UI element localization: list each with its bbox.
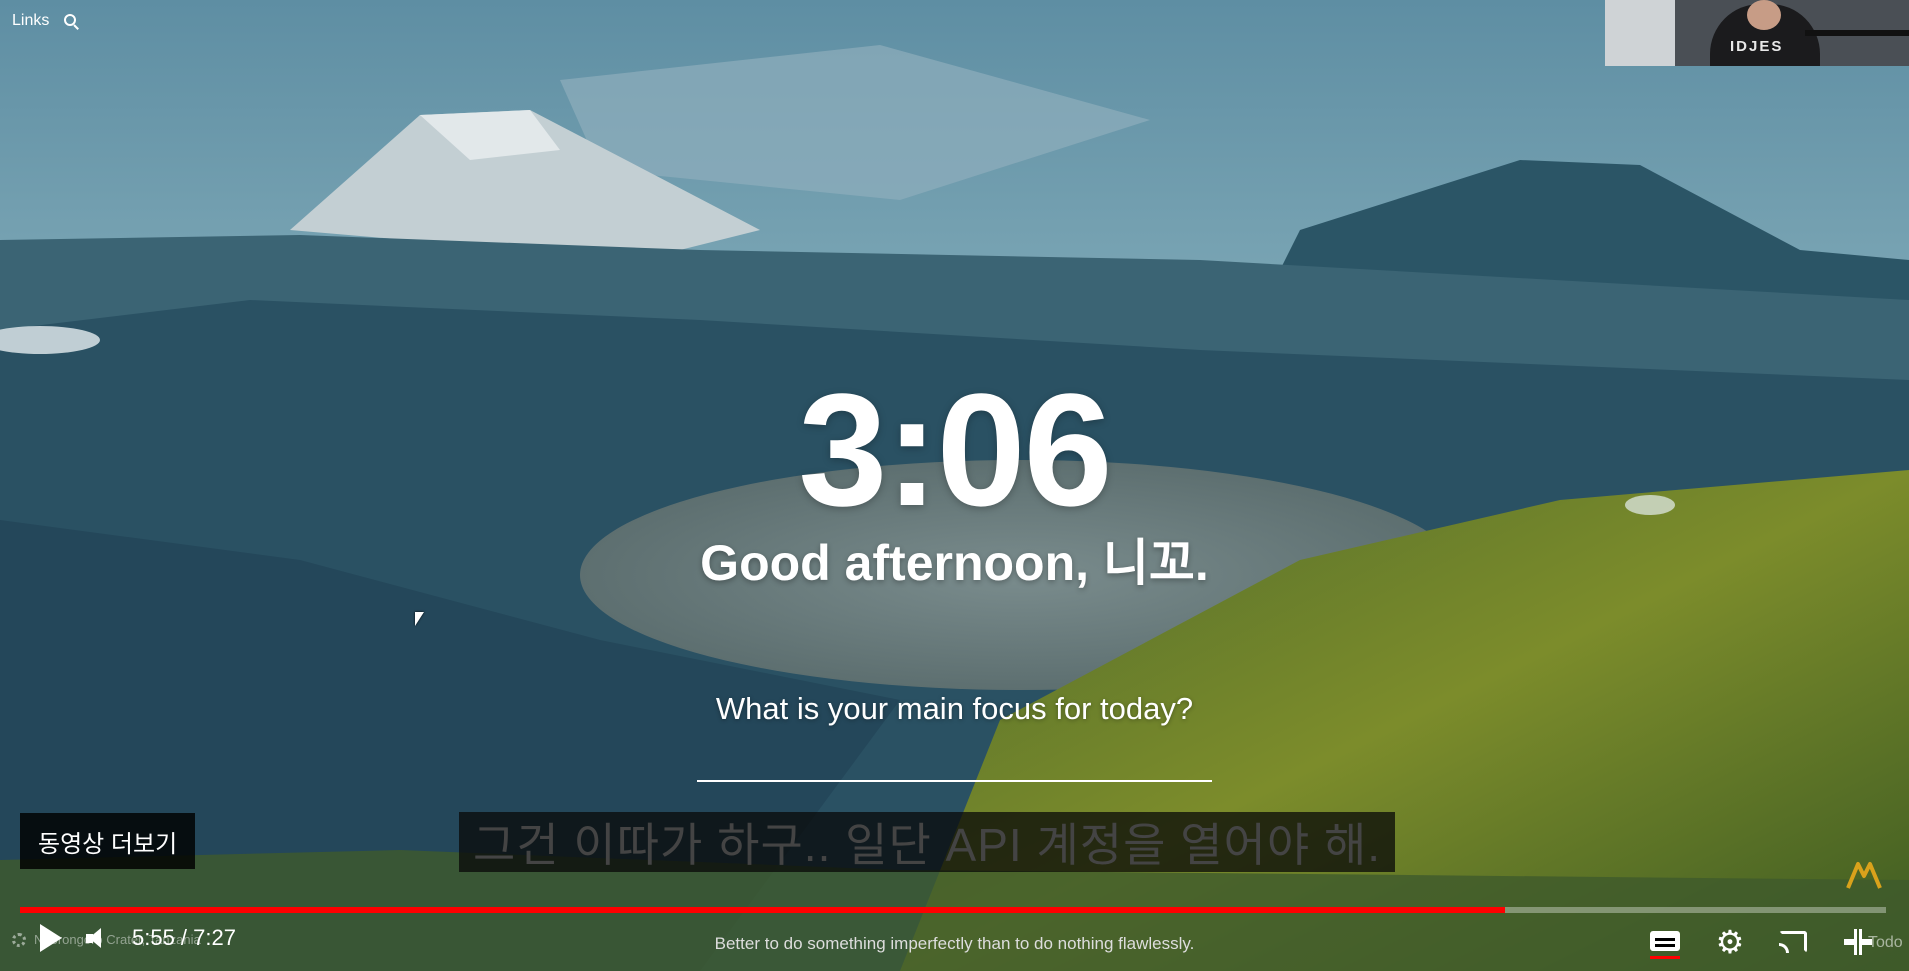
links-bar: Links (12, 12, 79, 30)
subtitle-caption: 그건 이따가 하구.. 일단 API 계정을 열어야 해. (459, 812, 1396, 872)
webcam-shirt-text: IDJES (1730, 38, 1784, 55)
search-icon[interactable] (63, 13, 79, 29)
webcam-overlay: IDJES (1605, 0, 1909, 66)
captions-box (1650, 931, 1680, 951)
volume-icon-cone (89, 928, 101, 948)
clock-time: 3:06 (798, 360, 1112, 539)
play-icon[interactable] (40, 924, 62, 952)
webcam-head (1747, 0, 1781, 30)
daily-quote: Better to do something imperfectly than … (714, 934, 1195, 953)
captions-icon[interactable] (1649, 925, 1683, 959)
exit-fullscreen-corner (1844, 929, 1857, 942)
exit-fullscreen-corner (1844, 942, 1857, 955)
webcam-wall (1605, 0, 1675, 66)
mouse-cursor-icon (415, 612, 424, 626)
settings-icon[interactable]: ⚙ (1713, 925, 1747, 959)
player-controls-left: 5:55 / 7:27 (40, 924, 236, 952)
captions-active-indicator (1650, 956, 1680, 959)
focus-input[interactable] (697, 738, 1212, 782)
webcam-mic-arm (1805, 30, 1909, 36)
progress-played (20, 907, 1506, 913)
video-progress-bar[interactable] (20, 907, 1886, 913)
cast-icon[interactable] (1777, 925, 1811, 959)
todo-link[interactable]: Todo (1868, 934, 1903, 952)
links-button[interactable]: Links (12, 12, 49, 30)
volume-icon[interactable] (84, 925, 110, 951)
brand-logo-icon (1846, 862, 1882, 889)
more-videos-button[interactable]: 동영상 더보기 (20, 813, 196, 869)
captions-line (1655, 938, 1675, 941)
time-display: 5:55 / 7:27 (132, 925, 236, 950)
captions-line (1655, 944, 1675, 947)
greeting-text: Good afternoon, 니꼬. (700, 535, 1209, 591)
focus-question: What is your main focus for today? (715, 691, 1194, 726)
player-controls-right: ⚙ (1649, 925, 1875, 959)
